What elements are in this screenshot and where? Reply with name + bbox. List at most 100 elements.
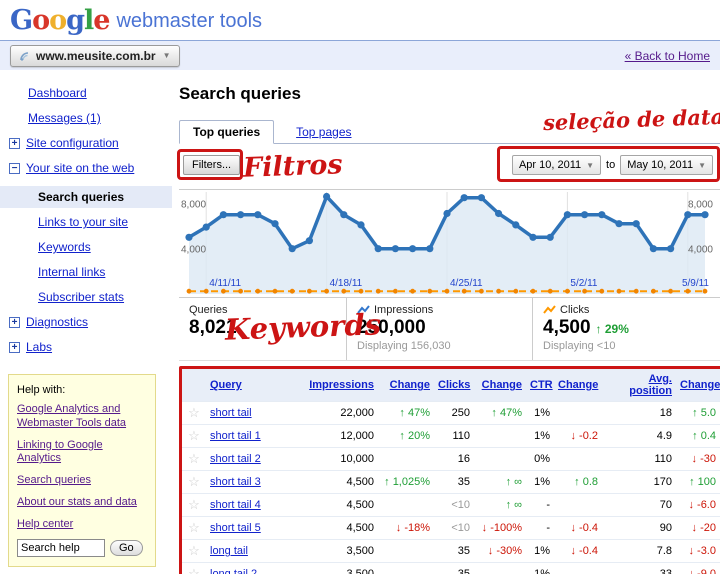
change-cell [378,540,434,563]
query-link[interactable]: long tail [210,545,248,557]
sidebar-item-your-site-on-the-web[interactable]: −Your site on the web [0,161,172,175]
clicks-value: 35 [434,563,474,574]
column-header-change[interactable]: Change [390,379,430,391]
sidebar-item-diagnostics[interactable]: + Diagnostics [0,315,172,329]
column-header-impressions[interactable]: Impressions [309,379,374,391]
change-up-arrow: ↑ 5.0 [692,407,716,419]
stat-queries: Queries 8,021 [179,298,347,360]
change-up-arrow: ↑ 0.4 [692,430,716,442]
site-selector-dropdown[interactable]: www.meusite.com.br ▼ [10,45,180,67]
column-header-ctr[interactable]: CTR [530,379,553,391]
column-header-change[interactable]: Change [558,379,598,391]
collapse-minus-icon[interactable]: − [9,163,20,174]
sidebar-item-keywords[interactable]: Keywords [0,240,172,254]
expand-plus-icon[interactable]: + [9,342,20,353]
star-icon[interactable]: ☆ [182,494,206,517]
change-down-arrow: ↓ -6.0 [688,499,716,511]
ctr-value: 1% [526,471,554,494]
site-selector-label: www.meusite.com.br [36,49,156,63]
help-search-input[interactable] [17,539,105,557]
star-icon[interactable]: ☆ [182,540,206,563]
star-icon[interactable]: ☆ [182,517,206,540]
table-row: ☆short tail 34,500↑ 1,025%35↑ ∞1%↑ 0.817… [182,471,720,494]
query-link[interactable]: short tail 1 [210,430,261,442]
tab-top-queries[interactable]: Top queries [179,120,274,144]
table-row: ☆short tail 112,000↑ 20%1101%↓ -0.24.9↑ … [182,425,720,448]
avg-position-value: 170 [602,471,676,494]
query-link[interactable]: short tail 3 [210,476,261,488]
change-cell [554,402,602,425]
sidebar-item-internal-links[interactable]: Internal links [0,265,172,279]
help-search-go-button[interactable]: Go [110,540,143,556]
column-header-avg-position[interactable]: Avg. position [629,373,672,397]
query-link[interactable]: short tail 5 [210,522,261,534]
tab-top-pages[interactable]: Top pages [292,121,355,143]
ctr-value: 1% [526,402,554,425]
star-icon[interactable]: ☆ [182,471,206,494]
help-link[interactable]: Linking to Google Analytics [17,439,147,467]
column-header-change[interactable]: Change [680,379,720,391]
table-row: ☆short tail 44,500<10↑ ∞-70↓ -6.0 [182,494,720,517]
sidebar-item-label[interactable]: Site configuration [26,136,119,150]
sidebar-item-label[interactable]: Internal links [38,265,105,279]
end-date-dropdown[interactable]: May 10, 2011 ▼ [620,155,713,175]
query-link[interactable]: short tail 4 [210,499,261,511]
filters-button[interactable]: Filters... [183,155,240,175]
sidebar-item-messages-1-[interactable]: Messages (1) [0,111,172,125]
change-cell [474,448,526,471]
help-link[interactable]: About our stats and data [17,496,147,510]
column-header-change[interactable]: Change [482,379,522,391]
sidebar-item-label[interactable]: Messages (1) [28,111,101,125]
help-box: Help with: Google Analytics and Webmaste… [8,374,156,567]
change-up-arrow: ↑ 1,025% [384,476,430,488]
clicks-value: 35 [434,471,474,494]
sidebar-item-label[interactable]: Labs [26,340,52,354]
tab-bar: Top queries Top pages [179,119,720,144]
sidebar-item-search-queries[interactable]: Search queries [0,186,172,208]
sidebar-item-subscriber-stats[interactable]: Subscriber stats [0,290,172,304]
sidebar-item-label[interactable]: Dashboard [28,86,87,100]
sidebar-item-labs[interactable]: + Labs [0,340,172,354]
table-row: ☆short tail 210,000160%110↓ -30 [182,448,720,471]
help-link[interactable]: Search queries [17,474,147,488]
stat-clicks-label: Clicks [560,304,589,316]
column-header-clicks[interactable]: Clicks [438,379,470,391]
app-header: Google webmaster tools [0,0,720,40]
star-icon[interactable]: ☆ [182,425,206,448]
star-icon[interactable]: ☆ [182,448,206,471]
sidebar-item-links-to-your-site[interactable]: Links to your site [0,215,172,229]
change-up-arrow: ↑ 47% [399,407,430,419]
query-link[interactable]: long tail 2 [210,568,257,574]
change-cell [474,563,526,574]
svg-text:4,000: 4,000 [181,245,206,256]
sidebar-item-label[interactable]: Your site on the web [26,161,134,175]
query-link[interactable]: short tail [210,407,252,419]
svg-text:8,000: 8,000 [181,199,206,210]
expand-plus-icon[interactable]: + [9,138,20,149]
change-cell: ↓ -6.0 [676,494,720,517]
sidebar-item-label[interactable]: Keywords [38,240,91,254]
help-link[interactable]: Help center [17,518,147,532]
sidebar-item-label[interactable]: Subscriber stats [38,290,124,304]
sidebar-item-dashboard[interactable]: Dashboard [0,86,172,100]
svg-text:4/25/11: 4/25/11 [450,278,483,289]
start-date-dropdown[interactable]: Apr 10, 2011 ▼ [512,155,601,175]
ctr-value: 1% [526,425,554,448]
column-header-query[interactable]: Query [210,379,242,391]
change-cell: ↑ 47% [474,402,526,425]
sidebar-item-label[interactable]: Diagnostics [26,315,88,329]
help-link[interactable]: Google Analytics and Webmaster Tools dat… [17,403,147,431]
back-to-home-link[interactable]: « Back to Home [625,49,710,63]
change-down-arrow: ↓ -0.4 [570,522,598,534]
stat-impressions-label: Impressions [374,304,433,316]
star-icon[interactable]: ☆ [182,563,206,574]
sidebar-item-label[interactable]: Links to your site [38,215,128,229]
query-link[interactable]: short tail 2 [210,453,261,465]
star-icon[interactable]: ☆ [182,402,206,425]
change-cell: ↑ 100 [676,471,720,494]
change-down-arrow: ↓ -30 [692,453,716,465]
expand-plus-icon[interactable]: + [9,317,20,328]
sidebar-item-site-configuration[interactable]: + Site configuration [0,136,172,150]
stat-queries-label: Queries [189,304,336,316]
stat-queries-value: 8,021 [189,317,336,339]
